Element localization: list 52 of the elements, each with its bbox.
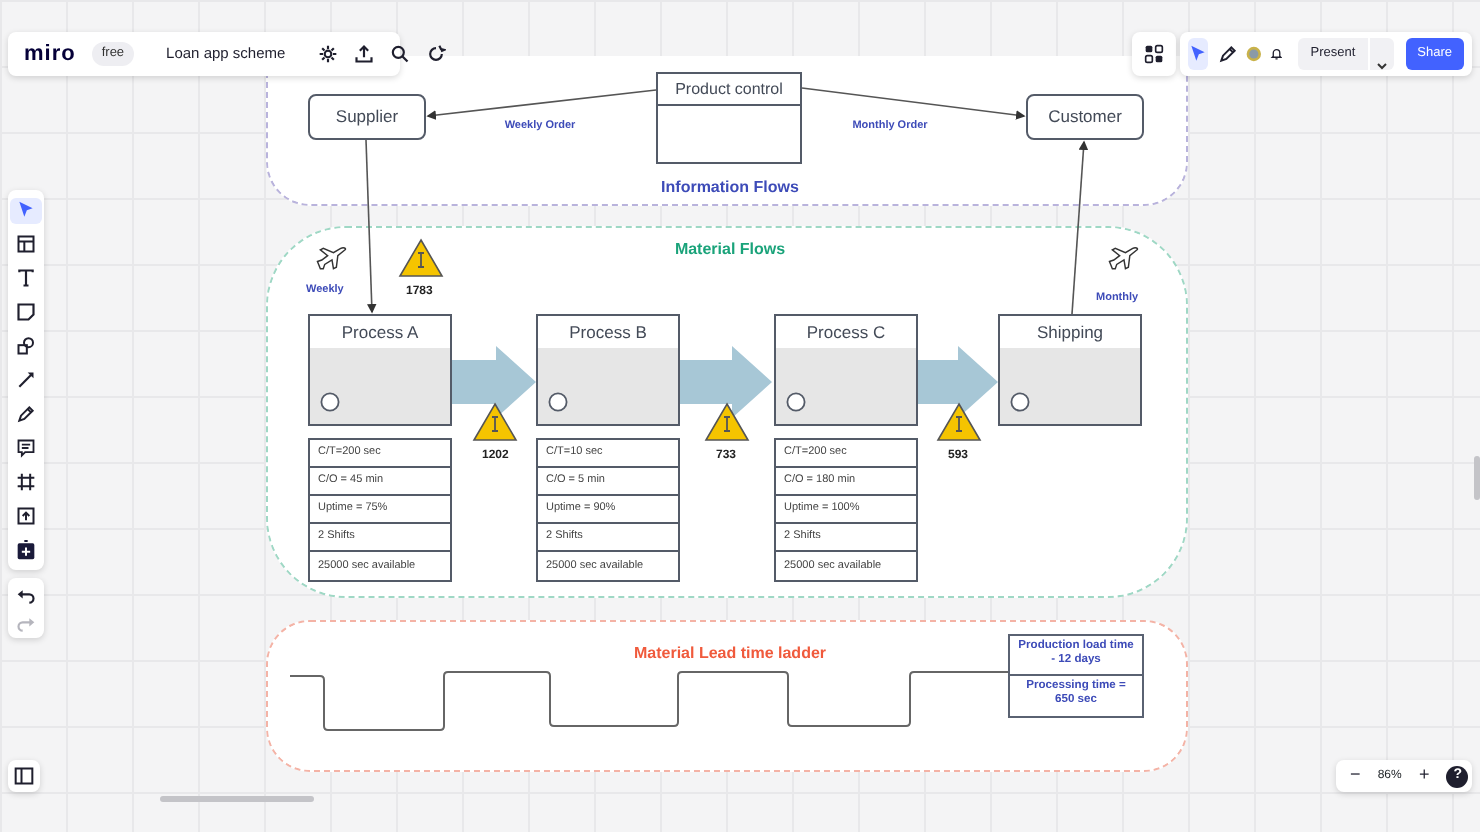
sticky-note-icon[interactable] — [16, 302, 36, 323]
settings-icon[interactable] — [317, 44, 338, 64]
zoom-out-button[interactable]: − — [1339, 760, 1372, 792]
upload-icon[interactable] — [16, 505, 36, 526]
circle-icon — [786, 392, 806, 412]
process-body — [998, 348, 1142, 426]
logo[interactable]: miro — [24, 37, 76, 71]
process-body — [308, 348, 452, 426]
process-title: Process B — [536, 314, 680, 350]
customer-node: Customer — [1026, 94, 1144, 140]
cursor-icon[interactable] — [16, 200, 36, 221]
sidebar-icon[interactable] — [14, 766, 34, 786]
push-arrow — [678, 346, 772, 418]
text-icon[interactable] — [16, 268, 36, 289]
frame-title: Information Flows — [659, 176, 801, 200]
search-icon[interactable] — [389, 44, 410, 64]
inventory-icon — [704, 402, 750, 442]
process-title: Shipping — [998, 314, 1142, 350]
zoom-in-button[interactable]: + — [1408, 760, 1441, 792]
notification-icon[interactable] — [1269, 44, 1283, 64]
push-arrow — [452, 346, 536, 418]
process-title: Process C — [774, 314, 918, 350]
inventory-icon — [472, 402, 518, 442]
inventory-icon — [936, 402, 982, 442]
frame-icon[interactable] — [16, 471, 36, 492]
process-body — [536, 348, 680, 426]
frame-title: Material Lead time ladder — [631, 642, 829, 666]
pen-icon[interactable] — [16, 403, 36, 424]
supplier-node: Supplier — [308, 94, 426, 140]
comment-icon[interactable] — [16, 437, 36, 458]
add-icon[interactable] — [16, 539, 36, 560]
reaction-icon[interactable] — [425, 44, 446, 64]
circle-icon — [548, 392, 568, 412]
shapes-icon[interactable] — [16, 336, 36, 357]
process-body — [774, 348, 918, 426]
upload-icon[interactable] — [353, 44, 374, 64]
scrollbar-thumb[interactable] — [160, 796, 314, 802]
layout-icon[interactable] — [16, 234, 36, 255]
apps-icon[interactable] — [1144, 44, 1164, 64]
circle-icon — [320, 392, 340, 412]
pen-icon[interactable] — [1217, 44, 1238, 64]
scrollbar-thumb[interactable] — [1474, 456, 1480, 500]
circle-icon — [1010, 392, 1030, 412]
cursor-icon[interactable] — [1188, 44, 1209, 64]
undo-icon[interactable] — [16, 586, 36, 606]
box-title: Product control — [658, 74, 800, 106]
process-title: Process A — [308, 314, 452, 350]
inventory-icon — [398, 238, 444, 278]
frame-title: Material Flows — [672, 238, 788, 262]
push-arrow — [916, 346, 998, 418]
caret-icon[interactable] — [1375, 60, 1388, 73]
arrow-icon[interactable] — [16, 369, 36, 390]
